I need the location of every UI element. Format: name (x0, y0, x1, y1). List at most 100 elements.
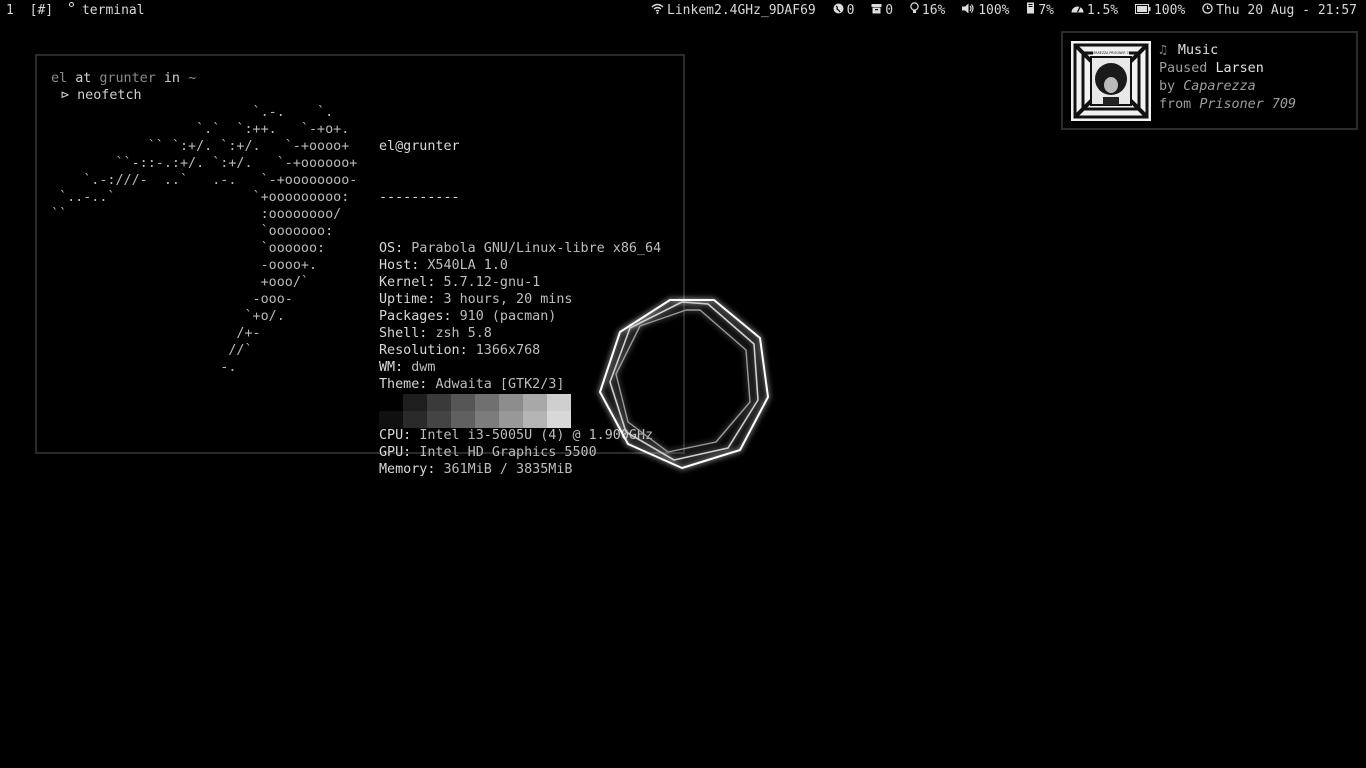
command-line: ⊳ neofetch (61, 88, 142, 103)
palette-swatch (475, 394, 499, 411)
layout-indicator[interactable]: [#] (30, 3, 53, 18)
shell-prompt: el at grunter in ~ (51, 70, 196, 87)
battery-value: 100% (1153, 3, 1186, 18)
info-label: Theme: (379, 377, 428, 392)
ascii-line: `ooooooo: (51, 224, 334, 239)
cover-text: CAPAREZZA PRISONER 709 (1089, 51, 1132, 55)
gauge-icon (1071, 6, 1084, 13)
album-cover: CAPAREZZA PRISONER 709 (1071, 41, 1151, 121)
floating-indicator-icon (68, 2, 74, 7)
loading-spinner-icon (599, 299, 769, 469)
info-label: CPU: (379, 428, 412, 443)
info-label: Resolution: (379, 343, 468, 358)
palette-swatch (475, 411, 499, 428)
palette-swatch (499, 411, 523, 428)
music-text: ♫ Music Paused Larsen by Caparezza from Pri… (1159, 42, 1296, 114)
workspace-tag[interactable]: 1 (6, 3, 14, 18)
volume-status: 100% (962, 3, 1017, 18)
palette-swatch (427, 394, 451, 411)
info-label: Kernel: (379, 275, 436, 290)
wifi-icon (651, 3, 664, 14)
archive-icon (871, 4, 882, 14)
palette-row-bottom (379, 411, 571, 428)
globe-count: 0 (846, 3, 855, 18)
info-value: 361MiB / 3835MiB (443, 462, 573, 477)
from-label: from (1159, 97, 1192, 112)
palette-swatch (547, 411, 571, 428)
ascii-line: //` (51, 343, 253, 358)
artist-name: Caparezza (1183, 79, 1256, 94)
music-artist-line: by Caparezza (1159, 78, 1296, 96)
datetime: Thu 20 Aug - 21:57 (1216, 3, 1357, 18)
distro-ascii-logo: `.-. `. `.` `:++. `-+o+. `` `:+/. `:+/. … (51, 104, 357, 376)
info-value: Parabola GNU/Linux-libre x86_64 (411, 241, 662, 256)
palette-swatch (523, 394, 547, 411)
ascii-line: `+o/. (51, 309, 285, 324)
palette-row-top (379, 394, 571, 411)
prompt-host: grunter (99, 71, 156, 86)
ascii-line: `` :oooooooo/ (51, 207, 342, 222)
window-title-text: terminal (81, 3, 145, 18)
palette-swatch (379, 411, 403, 428)
palette-swatch (547, 394, 571, 411)
info-value: 1366x768 (475, 343, 541, 358)
info-value: Intel HD Graphics 5500 (419, 445, 597, 460)
cpu-status: 1.5% (1071, 3, 1126, 18)
prompt-at: at (75, 71, 92, 86)
music-note-icon: ♫ (1159, 43, 1167, 58)
memory-status: 7% (1026, 2, 1061, 18)
info-value: 3 hours, 20 mins (443, 292, 573, 307)
bar-left: 1 [#] terminal (6, 0, 161, 22)
track-title: Larsen (1215, 61, 1264, 76)
ascii-line: `` `:+/. `:+/. `-+oooo+ (51, 139, 350, 154)
info-label: GPU: (379, 445, 412, 460)
info-label: OS: (379, 241, 404, 256)
music-album-line: from Prisoner 709 (1159, 96, 1296, 114)
music-header: ♫ Music (1159, 42, 1296, 60)
window-title: terminal (68, 2, 153, 18)
archive-count: 0 (885, 3, 894, 18)
ascii-line: `.` `:++. `-+o+. (51, 122, 350, 137)
ascii-line: -oooo+. (51, 258, 318, 273)
palette-swatch (523, 411, 547, 428)
speaker-icon (962, 3, 974, 14)
separator: ---------- (379, 190, 460, 205)
palette-swatch (451, 394, 475, 411)
ascii-line: `..-..` `+ooooooooo: (51, 190, 350, 205)
prompt-dir: ~ (188, 71, 197, 86)
by-label: by (1159, 79, 1176, 94)
palette-swatch (379, 394, 403, 411)
prompt-user: el (51, 71, 68, 86)
status-bar: 1 [#] terminal Linkem2.4GHz_9DAF69 0 0 1… (0, 0, 1366, 22)
info-value: dwm (411, 360, 436, 375)
user-host: el@grunter (379, 139, 460, 154)
color-palette (379, 394, 571, 428)
ascii-line: +ooo/` (51, 275, 309, 290)
info-value: 5.7.12-gnu-1 (443, 275, 541, 290)
info-row: Host: X540LA 1.0 (379, 257, 661, 274)
prompt-in: in (163, 71, 180, 86)
palette-swatch (499, 394, 523, 411)
ascii-line: `oooooo: (51, 241, 326, 256)
memory-value: 7% (1038, 3, 1054, 18)
palette-swatch (451, 411, 475, 428)
info-value: X540LA 1.0 (427, 258, 508, 273)
lightbulb-icon (910, 2, 919, 13)
info-label: Shell: (379, 326, 428, 341)
battery-icon (1134, 4, 1151, 14)
bar-right: Linkem2.4GHz_9DAF69 0 0 16% 100% 7% 1.5%… (651, 0, 1357, 22)
palette-swatch (403, 394, 427, 411)
wifi-status: Linkem2.4GHz_9DAF69 (651, 3, 824, 18)
info-value: 910 (pacman) (459, 309, 557, 324)
music-notification[interactable]: CAPAREZZA PRISONER 709 ♫ Music Paused Lar… (1061, 31, 1358, 130)
wifi-ssid: Linkem2.4GHz_9DAF69 (667, 3, 816, 18)
battery-status: 100% (1134, 3, 1193, 18)
info-label: Host: (379, 258, 420, 273)
info-label: Packages: (379, 309, 452, 324)
music-status-line: Paused Larsen (1159, 60, 1296, 78)
brightness-status: 16% (910, 2, 953, 18)
memory-icon (1027, 2, 1035, 14)
ascii-line: /+- (51, 326, 261, 341)
brightness-value: 16% (921, 3, 946, 18)
terminal-window[interactable]: el at grunter in ~ ⊳ neofetch `.-. `. `.… (35, 54, 685, 477)
